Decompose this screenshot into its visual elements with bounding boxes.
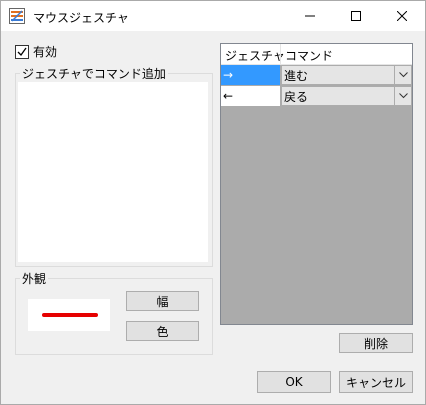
gesture-cell[interactable]: ← [221, 86, 280, 106]
gesture-cell[interactable]: → [221, 65, 280, 85]
header-gesture[interactable]: ジェスチャ [225, 47, 285, 64]
command-dropdown[interactable]: 戻る [281, 86, 412, 106]
line-preview [28, 299, 110, 331]
command-dropdown[interactable]: 進む [281, 65, 412, 85]
table-row[interactable]: → 進む [221, 65, 412, 86]
app-icon [9, 8, 25, 24]
width-button[interactable]: 幅 [126, 291, 199, 311]
delete-button[interactable]: 削除 [339, 333, 413, 353]
color-button[interactable]: 色 [126, 321, 199, 341]
close-icon [397, 11, 407, 21]
appearance-label: 外観 [20, 270, 49, 287]
chevron-down-icon[interactable] [394, 66, 411, 84]
command-value: 進む [284, 68, 309, 83]
gesture-add-group: ジェスチャでコマンド追加 [15, 65, 213, 267]
gesture-canvas[interactable] [18, 82, 208, 262]
ok-button[interactable]: OK [257, 371, 331, 393]
cancel-button[interactable]: キャンセル [339, 371, 413, 393]
appearance-group: 外観 幅 色 [15, 270, 213, 355]
enabled-label: 有効 [33, 45, 58, 59]
enabled-checkbox-row[interactable]: 有効 [15, 43, 57, 60]
close-button[interactable] [379, 1, 425, 31]
chevron-down-icon[interactable] [394, 87, 411, 105]
checkmark-icon [17, 47, 27, 56]
maximize-icon [351, 11, 361, 21]
enabled-checkbox[interactable] [15, 44, 29, 59]
header-command[interactable]: コマンド [285, 47, 333, 64]
command-value: 戻る [284, 89, 309, 104]
line-sample [42, 313, 98, 317]
gesture-command-table: ジェスチャ コマンド → 進む ← 戻る [220, 43, 413, 325]
table-row[interactable]: ← 戻る [221, 86, 412, 107]
minimize-icon [305, 15, 315, 17]
mouse-gesture-dialog: マウスジェスチャ 有効 ジェスチャでコマンド追加 外観 幅 色 ジェスチャ コマ… [0, 0, 426, 405]
window-title: マウスジェスチャ [33, 11, 129, 25]
table-header: ジェスチャ コマンド [221, 44, 412, 65]
title-bar[interactable]: マウスジェスチャ [1, 1, 425, 31]
maximize-button[interactable] [333, 1, 379, 31]
header-separator[interactable] [280, 44, 281, 64]
gesture-add-label: ジェスチャでコマンド追加 [20, 65, 168, 82]
minimize-button[interactable] [287, 1, 333, 31]
